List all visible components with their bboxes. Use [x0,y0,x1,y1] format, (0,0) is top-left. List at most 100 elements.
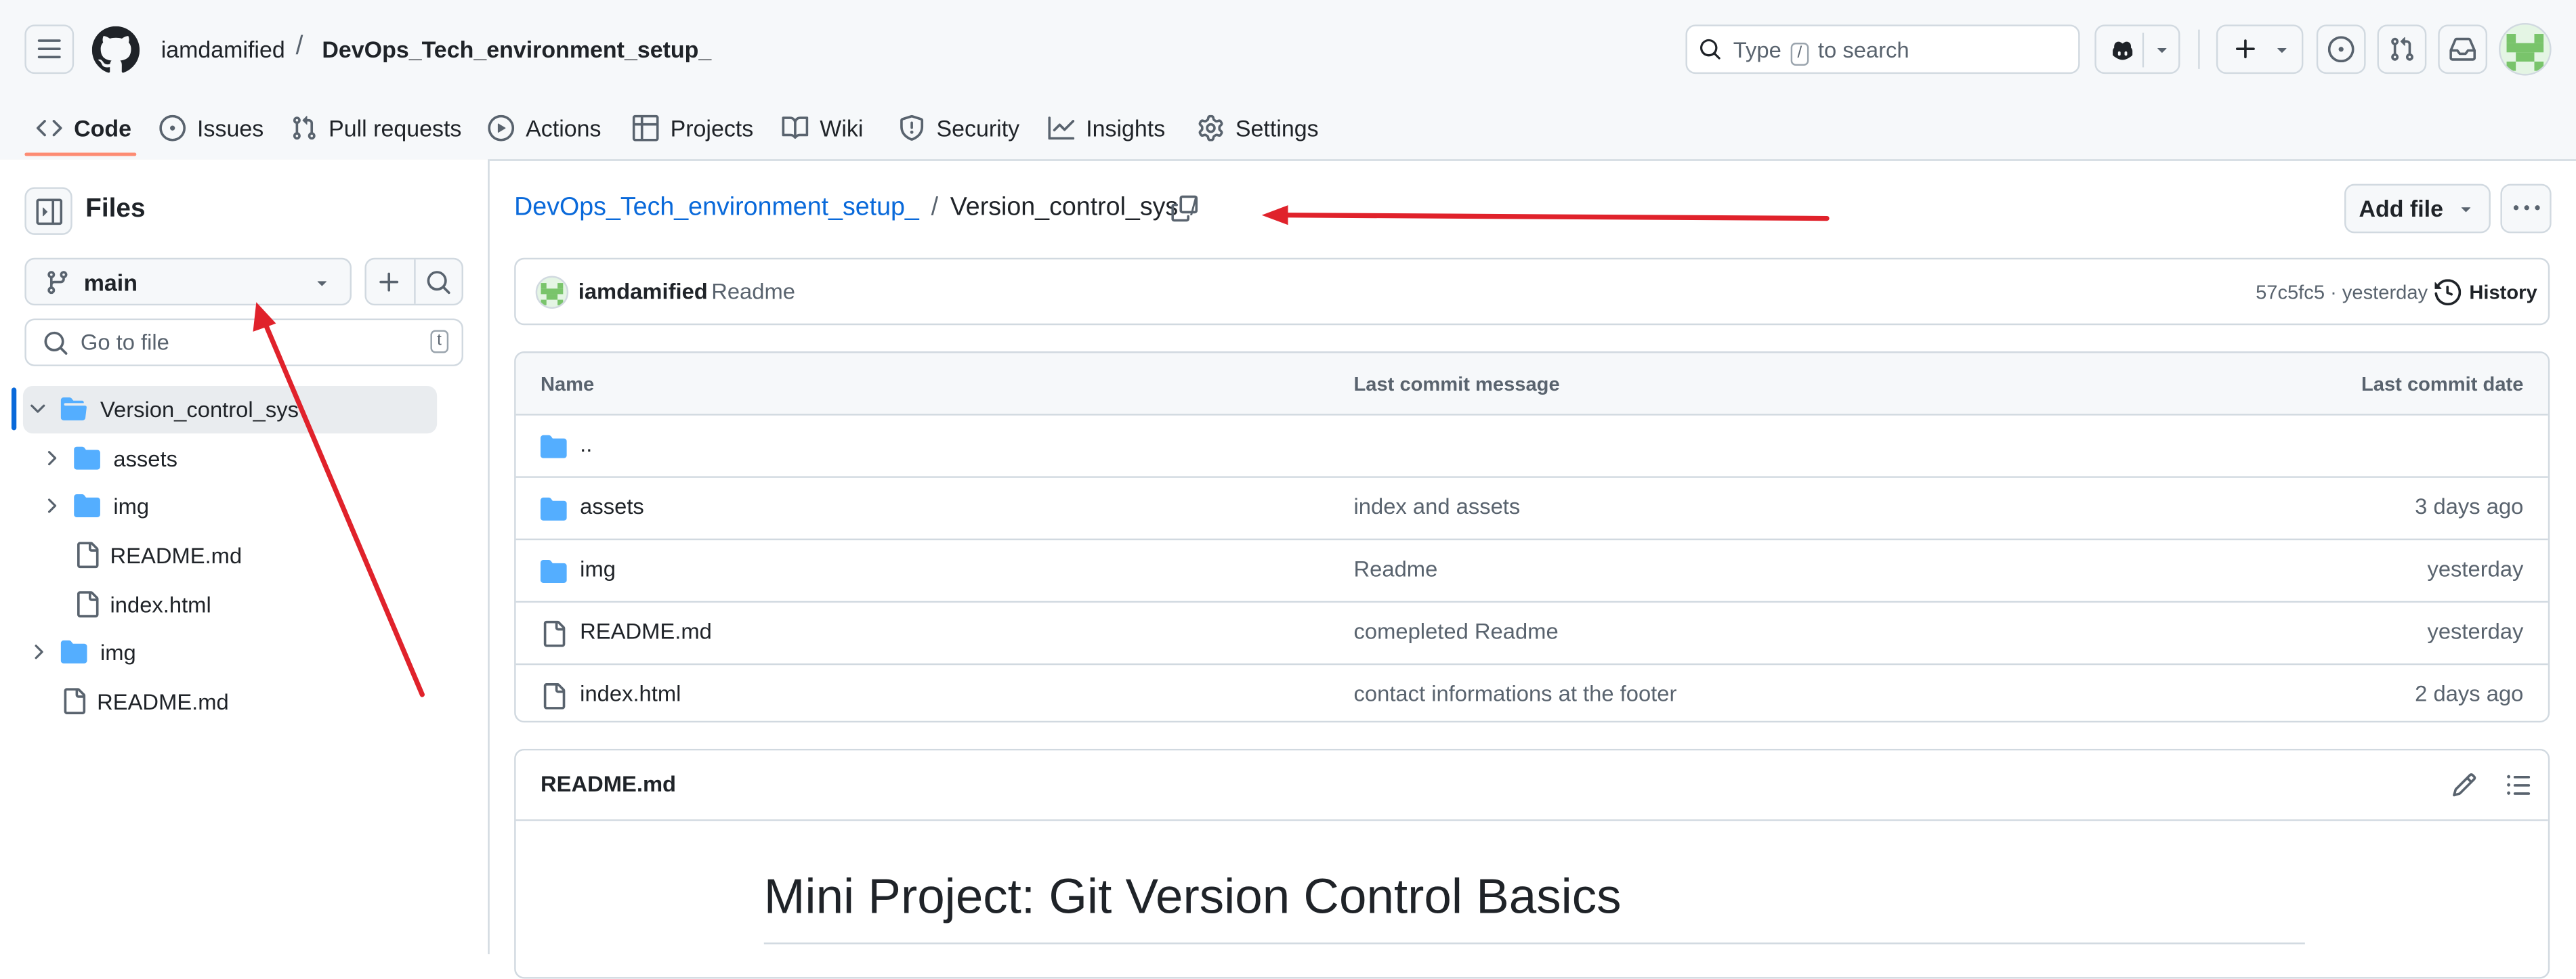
search-icon [44,331,68,355]
row-name[interactable]: .. [580,432,592,456]
pencil-icon[interactable] [2451,772,2478,798]
row-name[interactable]: img [580,557,616,581]
chevron-down-icon[interactable] [2152,39,2172,59]
search-icon [1699,39,1720,60]
row-commit-date: yesterday [2427,619,2524,644]
breadcrumb-repo-link[interactable]: DevOps_Tech_environment_setup_ [514,194,919,221]
row-commit-date: 3 days ago [2415,494,2524,519]
tab-actions[interactable]: Actions [488,99,601,158]
tree-item-label: README.md [110,542,242,567]
chevron-right-icon[interactable] [26,640,49,663]
folder-icon [74,446,100,470]
search-input[interactable]: Type / to search [1685,24,2080,74]
user-avatar[interactable] [2499,22,2552,76]
table-row[interactable]: assets index and assets 3 days ago [515,476,2548,540]
tree-item-version-control-sys[interactable]: Version_control_sys [23,386,299,432]
row-commit-date: 2 days ago [2415,681,2524,706]
plus-icon [380,271,400,291]
tab-issues-label: Issues [197,114,264,142]
add-file-sidebar-button[interactable] [366,259,416,304]
file-table: Name Last commit message Last commit dat… [514,351,2550,723]
tab-projects-label: Projects [670,114,754,142]
tab-settings[interactable]: Settings [1198,99,1319,158]
hamburger-menu-button[interactable] [24,24,75,74]
commit-sha-time[interactable]: 57c5fc5 · yesterday [2256,281,2428,304]
copilot-icon [2113,41,2133,60]
row-name[interactable]: README.md [580,619,712,643]
history-button[interactable]: History [2434,279,2537,306]
table-row[interactable]: img Readme yesterday [515,539,2548,603]
inbox-button[interactable] [2438,24,2488,74]
copy-path-icon[interactable] [1171,195,1198,222]
commit-author[interactable]: iamdamified [578,279,708,303]
row-commit-message[interactable]: contact informations at the footer [1354,682,1677,706]
tree-item-label: img [113,493,150,519]
table-row[interactable]: index.html contact informations at the f… [516,663,2548,721]
tree-item-assets[interactable]: assets [36,435,177,481]
table-row[interactable]: .. [515,414,2548,478]
tree-item-label: assets [113,445,178,471]
add-file-button[interactable]: Add file [2344,183,2491,234]
tree-item-index-html[interactable]: index.html [74,582,211,628]
active-tab-underline [24,152,137,156]
row-commit-message[interactable]: Readme [1354,557,1438,581]
tab-wiki[interactable]: Wiki [782,99,863,158]
tab-issues[interactable]: Issues [159,99,263,158]
go-to-file-shortcut-key: t [430,330,448,353]
tree-item-img-root[interactable]: img [23,629,136,675]
tab-pull-requests-label: Pull requests [329,114,462,142]
file-icon [77,591,99,617]
tab-code[interactable]: Code [36,99,131,158]
list-icon[interactable] [2506,772,2532,798]
tree-item-readme-root[interactable]: README.md [61,678,229,724]
annotation-arrow-breadcrumb [1261,205,1830,225]
tree-item-img[interactable]: img [36,483,149,529]
issues-shortcut-button[interactable] [2316,24,2366,74]
folder-icon [540,497,567,521]
search-files-button[interactable] [416,259,462,303]
repo-name-link[interactable]: DevOps_Tech_environment_setup_ [322,36,711,62]
go-to-file-placeholder: Go to file [80,330,169,355]
table-row[interactable]: README.md comepleted Readme yesterday [515,601,2548,666]
more-options-button[interactable] [2500,183,2552,234]
tab-pull-requests[interactable]: Pull requests [291,99,461,158]
files-title: Files [85,195,146,223]
pull-requests-shortcut-button[interactable] [2377,24,2427,74]
github-logo-icon[interactable] [91,26,140,74]
go-to-file-input[interactable]: Go to file t [24,318,463,366]
create-new-button[interactable] [2216,24,2304,74]
row-commit-message[interactable]: index and assets [1354,494,1521,519]
copilot-button[interactable] [2094,24,2180,74]
chevron-down-icon [2462,207,2471,213]
chevron-right-icon[interactable] [39,447,62,470]
commit-author-avatar[interactable] [535,276,569,309]
tab-security[interactable]: Security [899,99,1019,158]
search-icon [427,269,450,293]
chevron-right-icon[interactable] [39,494,62,517]
plus-icon [2235,39,2255,59]
collapse-sidebar-button[interactable] [24,187,72,235]
owner-repo-separator: / [295,32,303,61]
commit-message[interactable]: Readme [711,279,795,303]
code-icon [36,120,62,137]
search-placeholder: Type / to search [1733,38,1909,66]
tab-insights[interactable]: Insights [1048,99,1165,158]
row-name[interactable]: index.html [580,682,681,706]
branch-selector[interactable]: main [24,257,352,306]
row-commit-message[interactable]: comepleted Readme [1354,619,1559,643]
repo-owner-link[interactable]: iamdamified [161,36,285,62]
hamburger-icon [37,39,61,59]
tab-projects[interactable]: Projects [632,99,754,158]
history-label: History [2469,280,2537,304]
tab-wiki-label: Wiki [820,114,864,142]
global-header: iamdamified / DevOps_Tech_environment_se… [0,0,2576,161]
folder-icon [540,435,567,458]
header-divider [2198,29,2200,69]
chevron-down-icon[interactable] [26,397,49,420]
tab-code-label: Code [74,114,132,142]
row-name[interactable]: assets [580,494,644,519]
tree-item-label: index.html [110,592,211,617]
tree-item-readme[interactable]: README.md [74,532,242,578]
add-file-label: Add file [2359,195,2443,222]
readme-filename[interactable]: README.md [541,772,676,796]
